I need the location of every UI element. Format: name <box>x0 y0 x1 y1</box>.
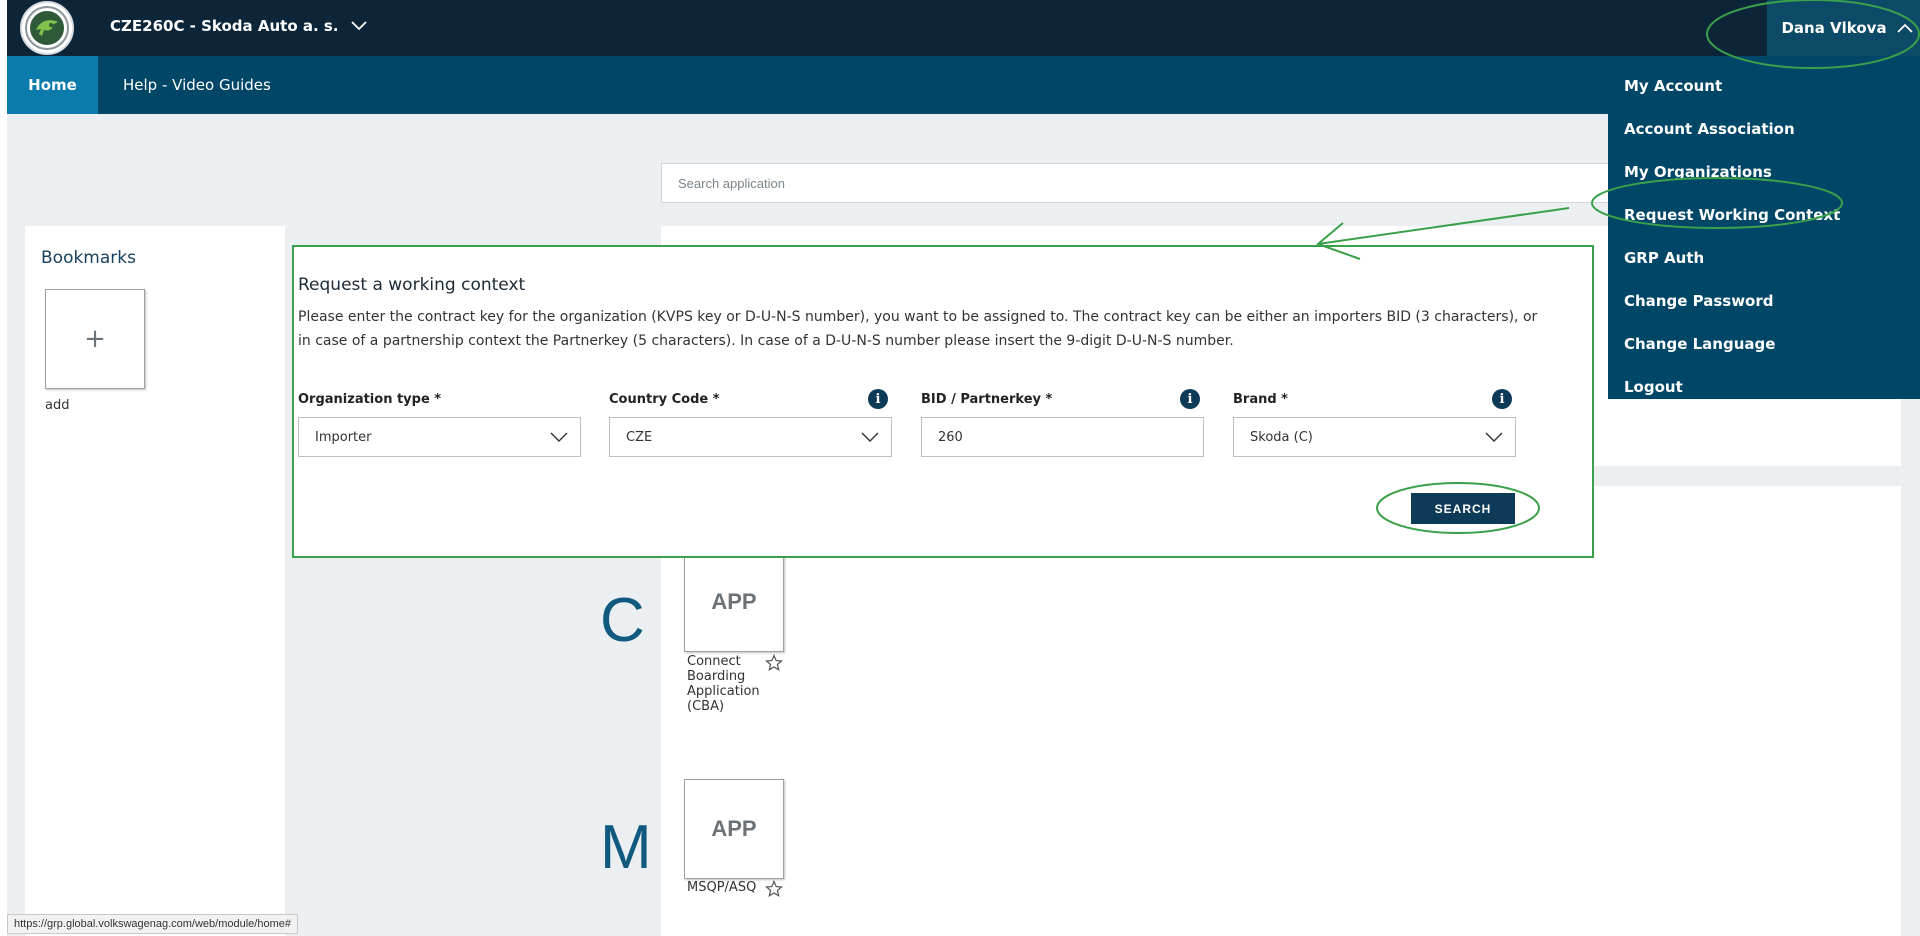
chevron-down-icon <box>550 432 568 442</box>
request-working-context-dialog: Request a working context Please enter t… <box>292 245 1594 558</box>
organization-label: CZE260C - Skoda Auto a. s. <box>110 17 339 35</box>
app-label-msqp-asq: MSQP/ASQ <box>687 880 757 895</box>
nav-tab-help-video-guides[interactable]: Help - Video Guides <box>123 56 271 114</box>
bid-partnerkey-input[interactable]: 260 <box>921 417 1204 457</box>
app-label-cba: Connect Boarding Application (CBA) <box>687 654 760 714</box>
chevron-down-icon <box>1485 432 1503 442</box>
user-name: Dana Vlkova <box>1781 19 1887 37</box>
skoda-logo-icon[interactable] <box>20 1 74 55</box>
brand-label: Brand * <box>1233 392 1288 407</box>
left-edge-strip <box>0 0 7 936</box>
chevron-up-icon <box>1896 23 1913 33</box>
add-bookmark-label: add <box>45 398 70 413</box>
organization-type-value: Importer <box>315 429 372 445</box>
menu-item-request-working-context[interactable]: Request Working Context <box>1608 193 1920 236</box>
search-application-input[interactable]: Search application <box>661 163 1621 203</box>
menu-item-change-language[interactable]: Change Language <box>1608 322 1920 365</box>
menu-item-my-account[interactable]: My Account <box>1608 64 1920 107</box>
organization-selector[interactable]: CZE260C - Skoda Auto a. s. <box>110 17 367 35</box>
brand-value: Skoda (C) <box>1250 429 1313 445</box>
country-code-value: CZE <box>626 429 653 445</box>
add-bookmark-button[interactable]: + <box>45 289 145 389</box>
top-header: CZE260C - Skoda Auto a. s. Dana Vlkova <box>7 0 1920 56</box>
section-letter-m: M <box>600 813 652 882</box>
section-letter-c: C <box>600 586 645 655</box>
country-code-select[interactable]: CZE <box>609 417 892 457</box>
info-icon[interactable]: i <box>1180 389 1200 409</box>
menu-item-grp-auth[interactable]: GRP Auth <box>1608 236 1920 279</box>
nav-tab-home[interactable]: Home <box>7 56 98 114</box>
app-tile-msqp-asq[interactable]: APP <box>684 779 784 879</box>
brand-select[interactable]: Skoda (C) <box>1233 417 1516 457</box>
search-button[interactable]: SEARCH <box>1411 493 1515 524</box>
user-menu-toggle[interactable]: Dana Vlkova <box>1767 0 1920 56</box>
info-icon[interactable]: i <box>1492 389 1512 409</box>
bookmarks-panel: Bookmarks + add <box>25 226 285 936</box>
app-tile-cba[interactable]: APP <box>684 552 784 652</box>
organization-type-select[interactable]: Importer <box>298 417 581 457</box>
bookmarks-title: Bookmarks <box>41 248 136 268</box>
chevron-down-icon <box>861 432 879 442</box>
country-code-label: Country Code * <box>609 392 720 407</box>
favorite-star-icon[interactable] <box>765 880 783 898</box>
bid-partnerkey-value: 260 <box>938 429 963 445</box>
status-bar-url: https://grp.global.volkswagenag.com/web/… <box>7 914 298 934</box>
menu-item-account-association[interactable]: Account Association <box>1608 107 1920 150</box>
chevron-down-icon <box>350 21 367 31</box>
menu-item-logout[interactable]: Logout <box>1608 365 1920 408</box>
menu-item-change-password[interactable]: Change Password <box>1608 279 1920 322</box>
user-dropdown-menu: My Account Account Association My Organi… <box>1608 56 1920 399</box>
menu-item-my-organizations[interactable]: My Organizations <box>1608 150 1920 193</box>
favorite-star-icon[interactable] <box>765 654 783 672</box>
organization-type-label: Organization type * <box>298 392 442 407</box>
dialog-title: Request a working context <box>298 275 526 295</box>
bid-partnerkey-label: BID / Partnerkey * <box>921 392 1053 407</box>
dialog-description: Please enter the contract key for the or… <box>298 309 1538 349</box>
info-icon[interactable]: i <box>868 389 888 409</box>
